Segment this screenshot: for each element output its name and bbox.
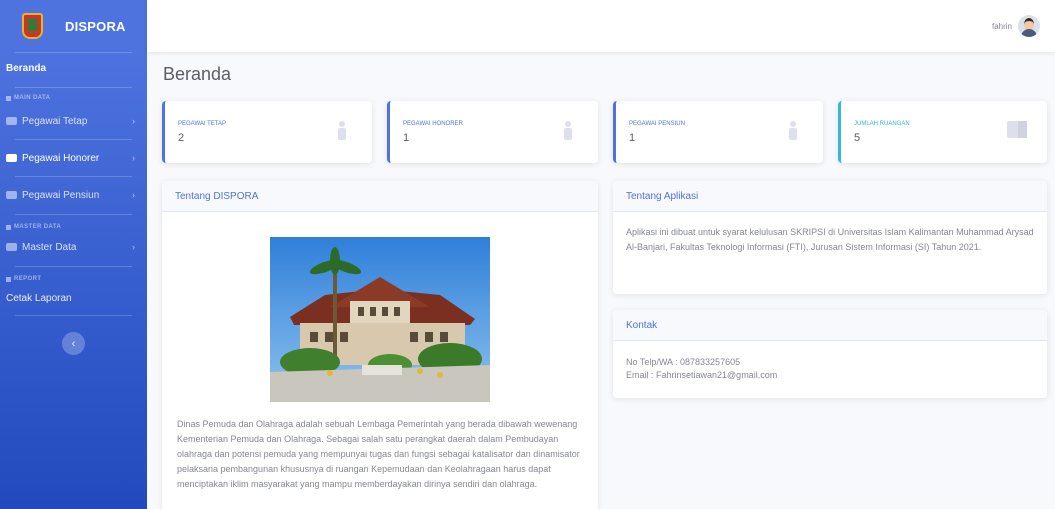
- sidebar-divider: [15, 214, 132, 215]
- sidebar-divider: [15, 87, 132, 88]
- users-icon: [6, 117, 17, 125]
- sidebar-item-cetak-laporan[interactable]: Cetak Laporan: [0, 287, 147, 309]
- sidebar-toggle-button[interactable]: ‹: [62, 332, 85, 355]
- sidebar-item-pegawai-pensiun[interactable]: Pegawai Pensiun ›: [0, 180, 147, 210]
- chevron-right-icon: ›: [132, 116, 135, 126]
- contact-phone: No Telp/WA : 087833257605: [626, 357, 741, 367]
- user-icon: [789, 121, 797, 140]
- stat-card-pegawai-honorer: PEGAWAI HONORER 1: [387, 101, 598, 163]
- door-icon: [1007, 121, 1027, 138]
- contact-body: No Telp/WA : 087833257605 Email : Fahrin…: [613, 341, 1047, 394]
- users-icon: [6, 191, 17, 199]
- contact-email: Email : Fahrinsetiawan21@gmail.com: [626, 370, 778, 380]
- user-icon: [564, 121, 572, 140]
- report-icon: [6, 276, 11, 282]
- sidebar-divider: [15, 176, 132, 177]
- sidebar-item-master-data[interactable]: Master Data ›: [0, 232, 147, 262]
- chevron-right-icon: ›: [132, 242, 135, 252]
- about-app-text: Aplikasi ini dibuat untuk syarat kelulus…: [626, 227, 1034, 252]
- sidebar-item-label: Pegawai Tetap: [22, 115, 88, 127]
- about-dispora-text: Dinas Pemuda dan Olahraga adalah sebuah …: [177, 419, 580, 489]
- stat-card-jumlah-ruangan: JUMLAH RUANGAN 5: [838, 101, 1047, 163]
- sidebar-divider: [15, 315, 132, 316]
- chevron-right-icon: ›: [132, 190, 135, 200]
- chevron-right-icon: ›: [132, 153, 135, 163]
- card-title: Kontak: [613, 310, 1047, 341]
- dispora-building-photo: [270, 237, 490, 402]
- database-icon: [6, 224, 11, 230]
- table-icon: [6, 243, 17, 251]
- users-icon: [6, 154, 17, 162]
- sidebar-item-pegawai-tetap[interactable]: Pegawai Tetap ›: [0, 106, 147, 136]
- about-app-card: Tentang Aplikasi Aplikasi ini dibuat unt…: [613, 181, 1047, 294]
- user-name[interactable]: fahrin: [992, 22, 1012, 31]
- brand-name: DISPORA: [65, 18, 126, 34]
- card-title: Tentang Aplikasi: [613, 181, 1047, 212]
- database-icon: [6, 95, 11, 101]
- sidebar-heading-main-data: MAIN DATA: [0, 95, 147, 101]
- topbar: fahrin: [147, 0, 1055, 52]
- sidebar-heading-report: REPORT: [0, 276, 147, 282]
- sidebar-item-beranda[interactable]: Beranda: [0, 53, 147, 87]
- stat-card-pegawai-tetap: PEGAWAI TETAP 2: [162, 101, 372, 163]
- sidebar-heading-master-data: MASTER DATA: [0, 224, 147, 230]
- sidebar: DISPORA Beranda MAIN DATA Pegawai Tetap …: [0, 0, 147, 509]
- sidebar-divider: [15, 266, 132, 267]
- sidebar-item-label: Pegawai Honorer: [22, 152, 100, 164]
- brand[interactable]: DISPORA: [0, 0, 147, 52]
- avatar[interactable]: [1018, 15, 1040, 37]
- page-title: Beranda: [163, 64, 232, 84]
- brand-logo-icon: [22, 13, 43, 39]
- contact-card: Kontak No Telp/WA : 087833257605 Email :…: [613, 310, 1047, 398]
- stat-card-pegawai-pensiun: PEGAWAI PENSIUN 1: [613, 101, 823, 163]
- sidebar-item-label: Pegawai Pensiun: [22, 189, 100, 201]
- sidebar-divider: [15, 139, 132, 140]
- card-title: Tentang DISPORA: [162, 181, 598, 212]
- user-icon: [338, 121, 346, 140]
- sidebar-item-label: Master Data: [22, 241, 77, 253]
- sidebar-item-pegawai-honorer[interactable]: Pegawai Honorer ›: [0, 143, 147, 173]
